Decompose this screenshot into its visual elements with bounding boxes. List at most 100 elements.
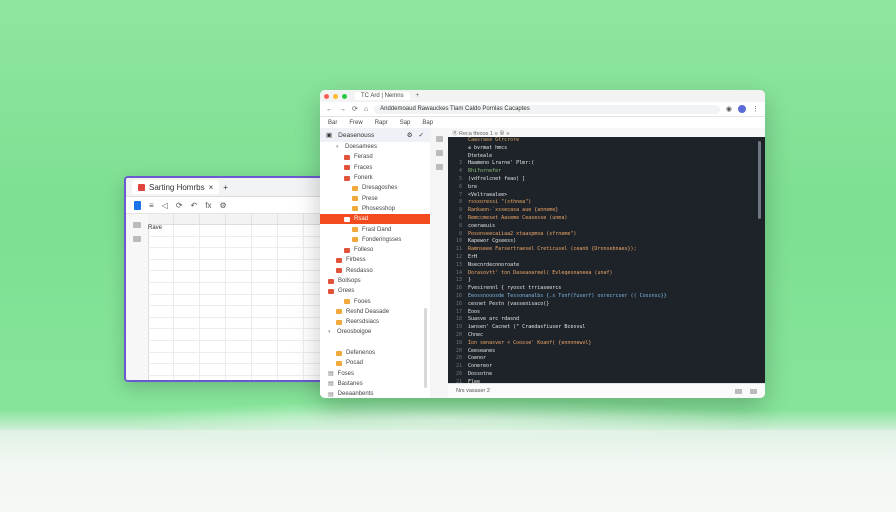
refresh-icon[interactable]: ⟳ [176,201,183,210]
code-line[interactable]: 11 Ramnseee Farsertraesel Creticusel (ce… [448,246,765,254]
code-line[interactable]: 4 Rhifornefer [448,168,765,176]
tree-item[interactable]: Reersdsiacs [320,317,430,327]
sheet-cell[interactable] [252,248,278,259]
sheet-tab-close-icon[interactable]: × [209,183,214,192]
sheet-cell[interactable] [252,329,278,340]
sheet-cell[interactable] [148,329,174,340]
sheet-cell[interactable] [200,375,226,380]
sheet-cell[interactable] [174,282,200,294]
tree-item[interactable]: Dresagoshes [320,183,430,193]
function-icon[interactable]: fx [205,201,211,210]
tree-item[interactable]: ▤ Deeaanbents [320,389,430,398]
sheet-cell[interactable] [148,317,174,329]
tree-item[interactable]: Fooes [320,296,430,306]
code-line[interactable]: 16 cesnet Pestn (vassenisaco(} [448,301,765,309]
sheet-cell[interactable] [252,375,278,380]
close-window-button[interactable] [324,93,329,99]
tree-item[interactable]: Reshd Deasade [320,307,430,317]
sheet-cell[interactable] [278,248,304,259]
sheet-cell[interactable] [226,375,252,380]
sheet-cell[interactable] [200,225,226,236]
code-line[interactable]: 12 ErH [448,254,765,262]
sheet-cell[interactable] [226,282,252,294]
sheet-cell[interactable] [252,294,278,306]
sheet-cell[interactable] [278,352,304,364]
code-line[interactable]: 21 Conereor [448,363,765,371]
back-icon[interactable]: ◁ [162,201,168,210]
sheet-cell[interactable] [148,271,174,282]
sheet-cell[interactable] [174,294,200,306]
explorer-scrollbar[interactable] [424,308,427,388]
tree-item[interactable]: Folleso [320,245,430,255]
gutter-icon[interactable] [435,164,443,170]
sheet-cell[interactable] [200,248,226,259]
code-line[interactable]: Dteteale [448,153,765,161]
sheet-cell[interactable] [200,259,226,271]
menu-item[interactable]: Sap [400,120,411,126]
column-header[interactable] [200,214,226,224]
sheet-cell[interactable] [226,225,252,236]
sheet-cell[interactable] [200,329,226,340]
side-tool-icon[interactable] [133,236,141,242]
sheet-cell[interactable] [200,352,226,364]
sheet-cell[interactable] [252,352,278,364]
tree-item[interactable]: Rsad [320,214,430,225]
code-line[interactable]: 17 Eoos [448,309,765,317]
column-header[interactable] [148,214,174,224]
tree-item[interactable]: Frasl Dand [320,224,430,234]
sheet-cell[interactable] [226,236,252,248]
code-line[interactable]: 18 Suasve arc rdasnd [448,316,765,324]
sheet-cell[interactable]: Rave [148,225,174,236]
sheet-cell[interactable] [148,375,174,380]
undo-icon[interactable]: ↶ [191,201,198,210]
tree-item[interactable]: Phosesshop [320,204,430,214]
sheet-cell[interactable] [200,306,226,317]
menu-item[interactable]: Bar [328,120,337,126]
sheet-cell[interactable] [278,294,304,306]
sheet-cell[interactable] [226,352,252,364]
code-line[interactable]: 18 Ion senasver < Coosse' Koanf( {ennnne… [448,340,765,348]
code-line[interactable]: 9 Rankaon-`xssecasa aue {anneme} [448,207,765,215]
sheet-cell[interactable] [278,340,304,352]
sheet-cell[interactable] [252,340,278,352]
sheet-cell[interactable] [174,340,200,352]
sheet-cell[interactable] [174,375,200,380]
sheet-cell[interactable] [278,329,304,340]
chevron-down-icon[interactable]: ▾ [328,329,333,335]
code-line[interactable]: 3 Haameno Lrarne' Plmr:( [448,160,765,168]
sheet-cell[interactable] [252,236,278,248]
back-arrow-icon[interactable]: ← [326,106,333,113]
notifications-icon[interactable] [750,388,757,394]
reload-icon[interactable]: ⟳ [352,105,358,113]
sheet-cell[interactable] [200,317,226,329]
code-line[interactable]: 10 Kapewor Cgseess) [448,238,765,246]
code-line[interactable]: 19 iwnsen' Cacnet (" Craedasfiuser Bcesv… [448,324,765,332]
sheet-cell[interactable] [252,259,278,271]
ide-window[interactable]: TC Ard | Nemns + ← → ⟳ ⌂ Anddemoaud Rawa… [320,90,765,398]
sheet-cell[interactable] [174,317,200,329]
code-line[interactable]: Cawsraee Gtrcrore [448,137,765,145]
sheet-cell[interactable] [174,225,200,236]
settings-icon[interactable]: ⚙ [407,131,413,139]
tree-item[interactable]: Prese [320,193,430,203]
code-line[interactable]: 6 bre [448,184,765,192]
sheet-cell[interactable] [148,236,174,248]
sheet-cell[interactable] [278,225,304,236]
avatar[interactable] [738,105,746,113]
settings-icon[interactable]: ⚙ [219,201,226,210]
sheet-cell[interactable] [226,317,252,329]
code-line[interactable]: 7 <Veltraealee> [448,192,765,200]
sheet-cell[interactable] [278,317,304,329]
extension-icon[interactable]: ◉ [726,105,732,113]
code-line[interactable]: 13 Nsecnrdecnnoroate [448,262,765,270]
code-editor[interactable]: Cawsraee Gtrcrore ≤ bvrmat hmcs Dteteale… [448,137,765,384]
browser-tab[interactable]: TC Ard | Nemns [355,92,410,100]
tree-item[interactable]: Ferasd [320,152,430,162]
code-line[interactable]: 14 Dorasovtt' ton Daseaoareel( Evleqesna… [448,270,765,278]
tree-item[interactable]: Defenenos [320,348,430,358]
tree-item[interactable]: Fonderingsses [320,235,430,245]
sheet-cell[interactable] [174,236,200,248]
sheet-cell[interactable] [148,352,174,364]
tree-item[interactable]: Pocad [320,358,430,368]
sheet-browser-tab[interactable]: Sarting Homrbs × [132,180,220,194]
